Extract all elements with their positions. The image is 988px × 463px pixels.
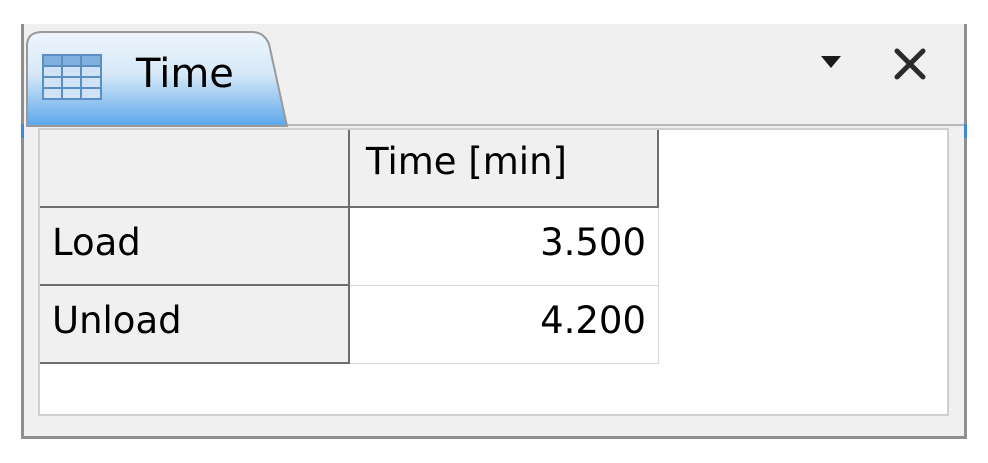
table-cell-load-time[interactable]: 3.500: [350, 208, 659, 286]
table-cell-unload-time[interactable]: 4.200: [350, 286, 659, 364]
time-view-window: Time Time [min] Load 3.500 Unload 4.200: [21, 24, 967, 439]
close-icon[interactable]: [893, 47, 927, 81]
tab-time[interactable]: Time: [26, 30, 288, 127]
column-header-time[interactable]: Time [min]: [350, 130, 659, 208]
row-header-label: Load: [52, 221, 141, 264]
corner-header-cell: [40, 130, 350, 208]
table-icon: [42, 54, 102, 100]
row-header-load[interactable]: Load: [40, 208, 350, 286]
cell-value: 4.200: [540, 299, 646, 342]
right-edge-marker: [964, 124, 967, 138]
view-menu-chevron-icon[interactable]: [820, 54, 842, 70]
tab-strip: Time: [24, 24, 964, 127]
left-edge-marker: [21, 124, 24, 138]
cell-value: 3.500: [540, 221, 646, 264]
tab-strip-divider: [286, 124, 964, 126]
tab-title: Time: [136, 51, 234, 97]
row-header-unload[interactable]: Unload: [40, 286, 350, 364]
row-header-label: Unload: [52, 299, 182, 342]
column-header-label: Time [min]: [366, 140, 567, 183]
table-content-area: Time [min] Load 3.500 Unload 4.200: [38, 128, 949, 416]
